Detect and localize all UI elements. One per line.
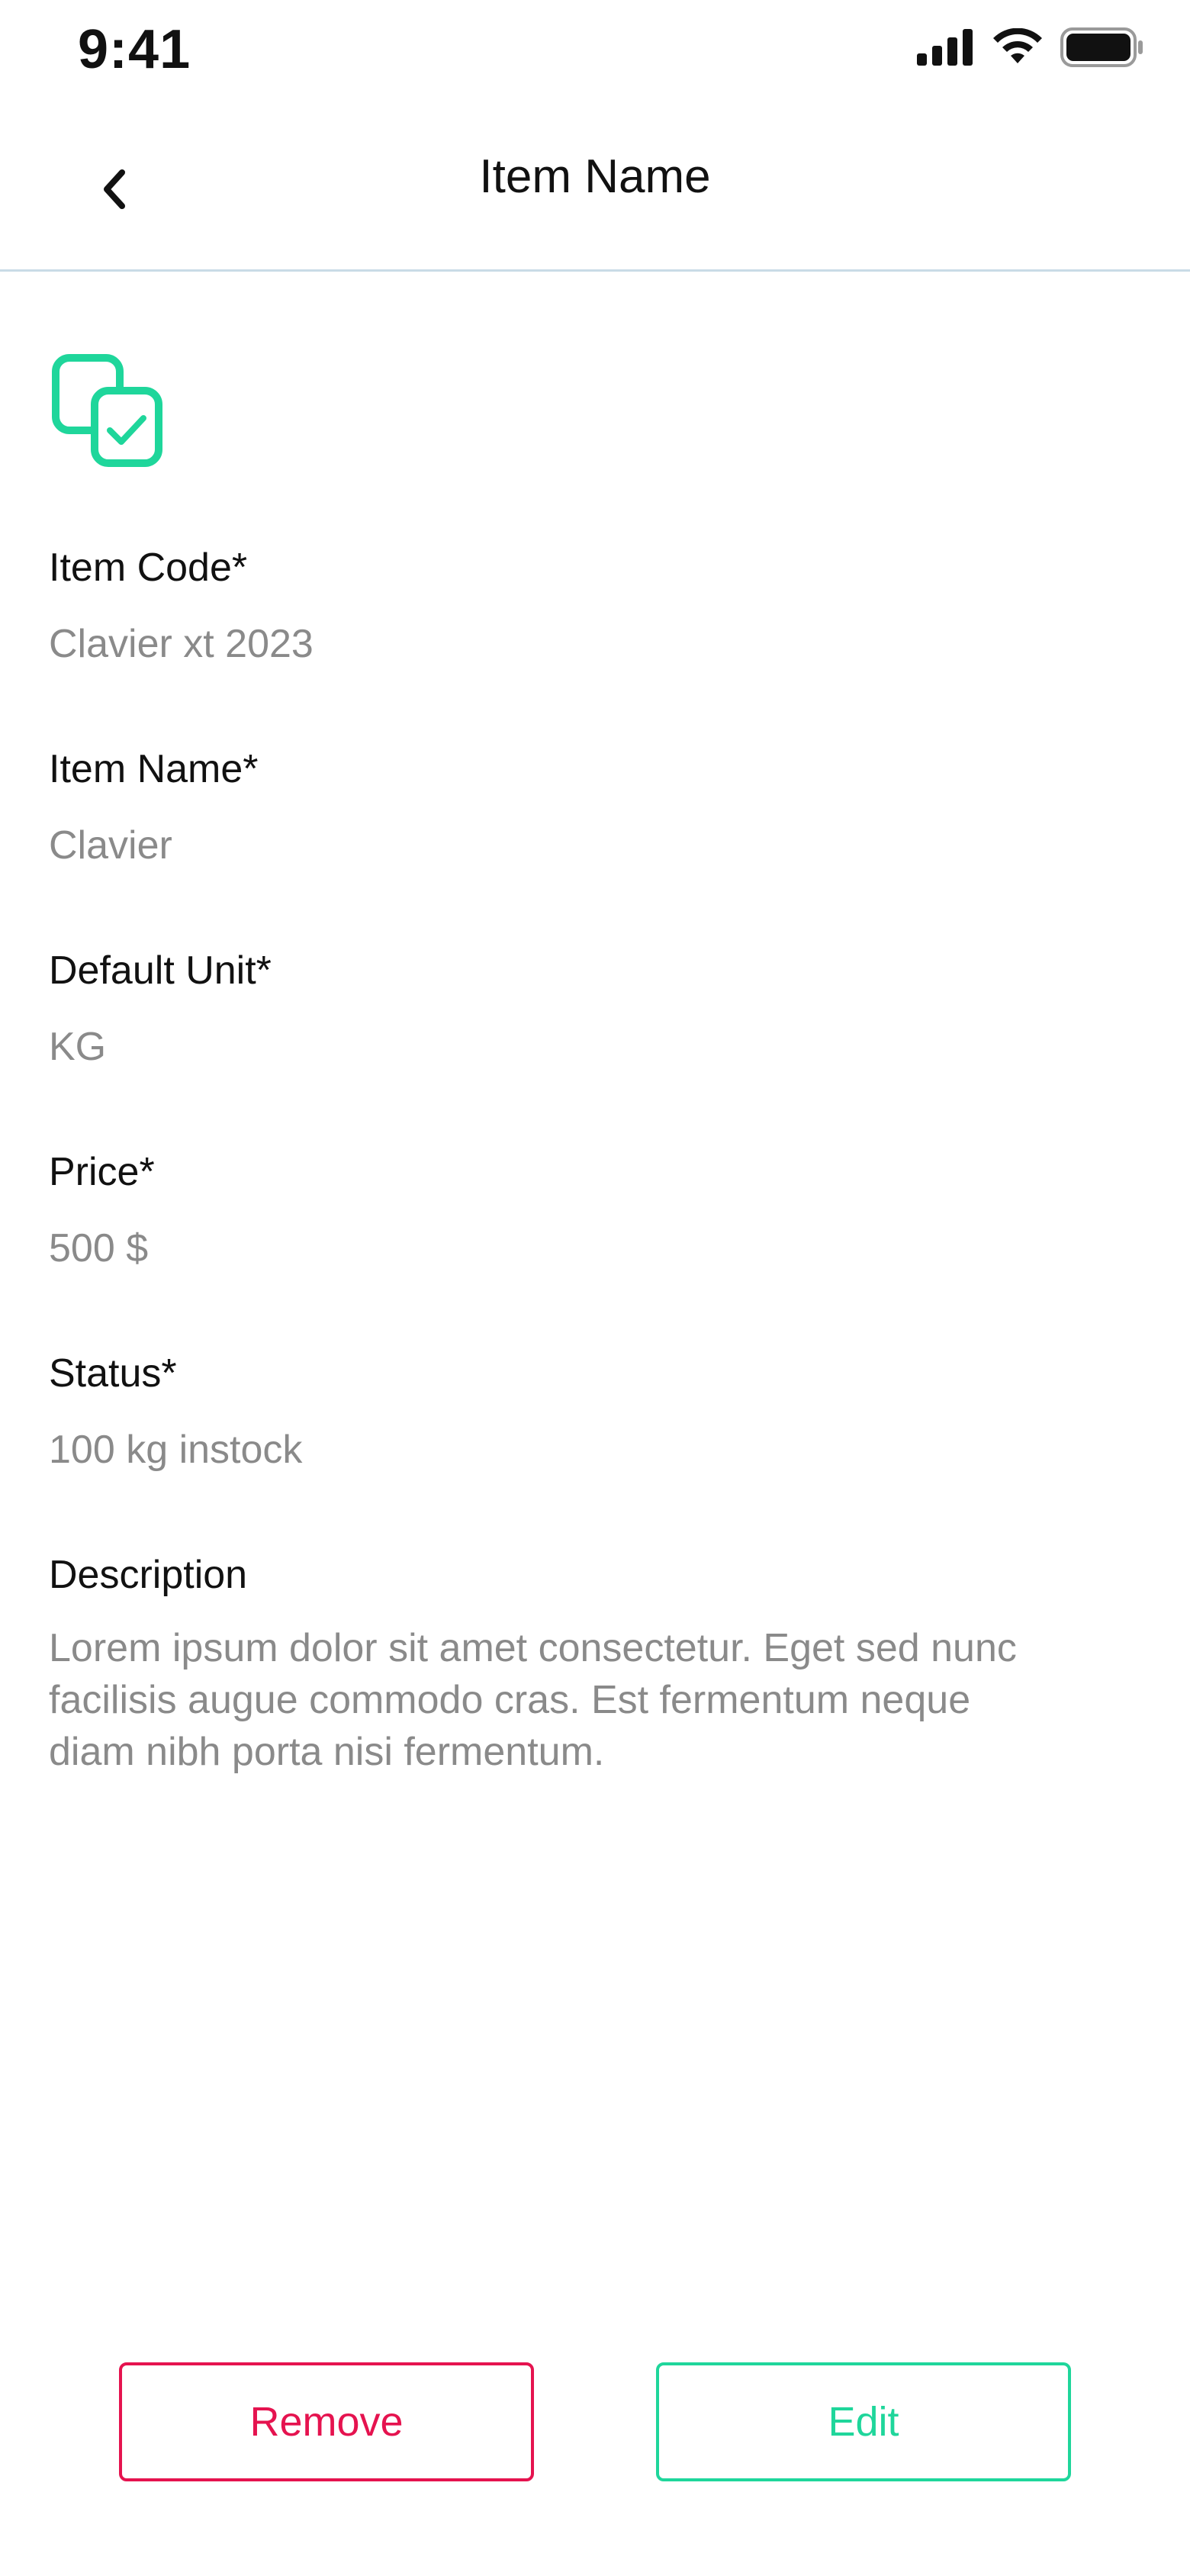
item-code-value: Clavier xt 2023 [49, 622, 314, 666]
field-item-code: Item Code* Clavier xt 2023 [49, 543, 1140, 670]
wifi-icon [992, 27, 1044, 70]
description-line: facilisis augue commodo cras. Est fermen… [49, 1678, 971, 1722]
nav-header: Item Name [0, 107, 1190, 272]
status-time: 9:41 [78, 19, 191, 80]
status-bar: 9:41 [0, 0, 1190, 107]
field-price: Price* 500 $ [49, 1148, 1140, 1274]
price-label: Price* [49, 1150, 155, 1194]
item-name-value: Clavier [49, 823, 172, 868]
status-value: 100 kg instock [49, 1428, 303, 1472]
edit-button[interactable]: Edit [656, 2362, 1071, 2481]
remove-button-label: Remove [249, 2399, 404, 2445]
duplicate-check-icon [49, 351, 168, 470]
page-title: Item Name [479, 150, 711, 203]
default-unit-label: Default Unit* [49, 948, 272, 993]
default-unit-value: KG [49, 1025, 107, 1069]
edit-button-label: Edit [828, 2399, 899, 2445]
status-label: Status* [49, 1351, 177, 1396]
field-item-name: Item Name* Clavier [49, 745, 1140, 871]
field-status: Status* 100 kg instock [49, 1349, 1140, 1476]
description-line: diam nibh porta nisi fermentum. [49, 1730, 605, 1774]
price-value: 500 $ [49, 1226, 149, 1270]
signal-icon [917, 28, 975, 69]
status-icons [917, 26, 1144, 72]
description-label: Description [49, 1553, 248, 1597]
field-description: Description Lorem ipsum dolor sit amet c… [49, 1550, 1140, 1778]
description-value: Lorem ipsum dolor sit amet consectetur. … [49, 1622, 1140, 1778]
item-name-label: Item Name* [49, 747, 259, 791]
battery-icon [1060, 27, 1144, 71]
item-code-label: Item Code* [49, 546, 248, 590]
description-line: Lorem ipsum dolor sit amet consectetur. … [49, 1626, 1017, 1670]
remove-button[interactable]: Remove [119, 2362, 534, 2481]
field-default-unit: Default Unit* KG [49, 946, 1140, 1073]
